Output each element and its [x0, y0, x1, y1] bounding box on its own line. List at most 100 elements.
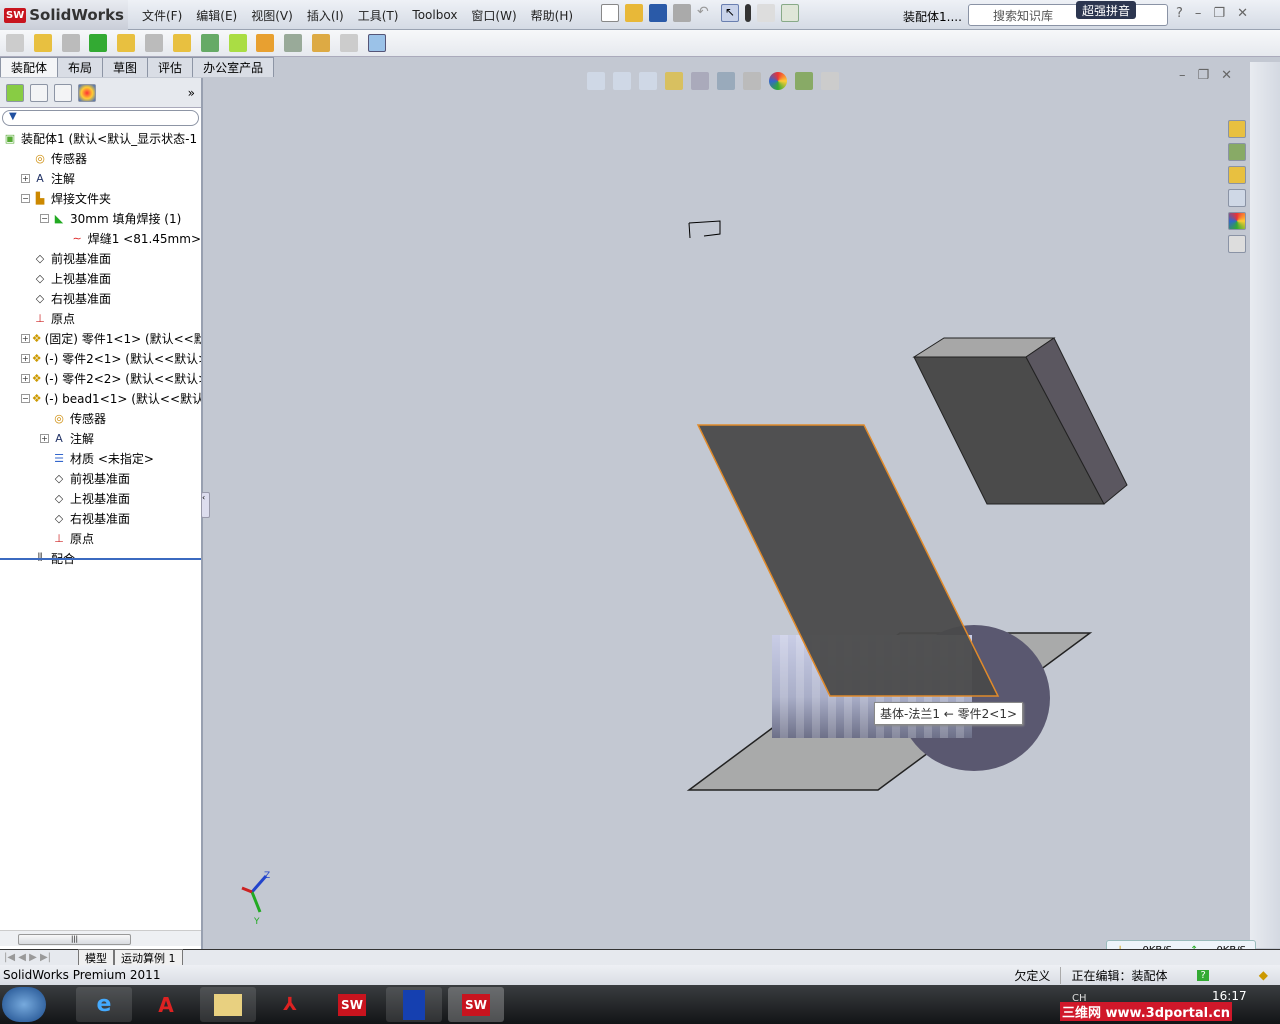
- undo-icon[interactable]: ↶: [697, 4, 715, 22]
- assembly-features-icon[interactable]: [200, 34, 219, 52]
- autocad-taskbar-icon[interactable]: A: [138, 987, 194, 1022]
- panel-collapse-handle[interactable]: ‹: [201, 492, 210, 518]
- scrollbar-thumb[interactable]: |||: [18, 934, 131, 945]
- file-explorer-icon[interactable]: [1228, 166, 1246, 184]
- exploded-view-icon[interactable]: [256, 34, 275, 52]
- solidworks-taskbar-icon[interactable]: SW: [324, 987, 380, 1022]
- tree-item[interactable]: ◇ 上视基准面: [0, 488, 201, 508]
- tree-item[interactable]: ◇ 前视基准面: [0, 248, 201, 268]
- options-icon[interactable]: [757, 4, 775, 22]
- tab-0[interactable]: 装配体: [0, 57, 59, 77]
- tree-item[interactable]: − ❖ (-) bead1<1> (默认<<默认>: [0, 388, 201, 408]
- mate-icon[interactable]: [61, 34, 80, 52]
- tab-1[interactable]: 布局: [57, 57, 104, 77]
- bottom-tab[interactable]: 模型: [78, 948, 114, 967]
- tree-item[interactable]: ☰ 材质 <未指定>: [0, 448, 201, 468]
- collapse-icon[interactable]: −: [21, 393, 30, 403]
- smart-fasteners-icon[interactable]: [172, 34, 191, 52]
- tab-4[interactable]: 办公室产品: [192, 57, 275, 77]
- tree-item[interactable]: + ❖ (-) 零件2<2> (默认<<默认>_: [0, 368, 201, 388]
- menu-item[interactable]: 窗口(W): [464, 7, 523, 24]
- solidworks-active-taskbar-icon[interactable]: SW: [448, 987, 504, 1022]
- clock[interactable]: 16:17: [1212, 989, 1247, 1003]
- property-manager-tab-icon[interactable]: [30, 83, 48, 102]
- tree-item[interactable]: ◇ 上视基准面: [0, 268, 201, 288]
- help-icon[interactable]: ?: [1176, 6, 1183, 21]
- menu-item[interactable]: Toolbox: [405, 8, 464, 22]
- tab-2[interactable]: 草图: [102, 57, 149, 77]
- expand-icon[interactable]: +: [40, 433, 49, 443]
- interference-icon[interactable]: [284, 34, 303, 52]
- expand-icon[interactable]: +: [21, 353, 30, 363]
- new-document-icon[interactable]: [601, 4, 619, 22]
- menu-item[interactable]: 文件(F): [135, 7, 189, 24]
- internet-explorer-taskbar-icon[interactable]: e: [76, 987, 132, 1022]
- appearances-icon[interactable]: [1228, 212, 1246, 230]
- open-icon[interactable]: [625, 4, 643, 22]
- graphics-viewport[interactable]: – ❐ ✕ Z Y 基体-法兰1 ← 零件2<1>: [204, 68, 1250, 948]
- tree-item[interactable]: − ◣ 30mm 填角焊接 (1): [0, 208, 201, 228]
- feature-manager-tab-icon[interactable]: [6, 83, 24, 102]
- ime-indicator[interactable]: 超强拼音: [1076, 1, 1137, 19]
- new-part-icon[interactable]: [6, 34, 24, 52]
- move-component-icon[interactable]: [117, 34, 136, 52]
- restore-button[interactable]: ❐: [1213, 6, 1225, 21]
- adobe-reader-taskbar-icon[interactable]: ⅄: [262, 987, 318, 1022]
- menu-item[interactable]: 工具(T): [351, 7, 406, 24]
- solidworks-logo[interactable]: SW SolidWorks: [0, 0, 128, 30]
- tab-3[interactable]: 评估: [147, 57, 194, 77]
- expand-icon[interactable]: +: [21, 173, 30, 183]
- collapse-icon[interactable]: −: [40, 213, 49, 223]
- menu-item[interactable]: 编辑(E): [189, 7, 244, 24]
- tree-item[interactable]: ⊥ 原点: [0, 308, 201, 328]
- configuration-manager-tab-icon[interactable]: [54, 83, 72, 102]
- expand-chevron-icon[interactable]: »: [188, 86, 195, 100]
- upper-plate[interactable]: [696, 424, 1000, 697]
- help-status-icon[interactable]: ?: [1197, 969, 1209, 981]
- menu-item[interactable]: 帮助(H): [524, 7, 580, 24]
- tree-item[interactable]: ▣ 装配体1 (默认<默认_显示状态-1: [0, 128, 201, 148]
- file-explorer-taskbar-icon[interactable]: [200, 987, 256, 1022]
- explode-line-icon[interactable]: [312, 34, 331, 52]
- menu-item[interactable]: 视图(V): [244, 7, 300, 24]
- tree-horizontal-scrollbar[interactable]: |||: [0, 930, 201, 946]
- insert-component-icon[interactable]: [33, 34, 52, 52]
- tree-item[interactable]: ◎ 传感器: [0, 408, 201, 428]
- tree-item[interactable]: ◇ 右视基准面: [0, 288, 201, 308]
- start-button[interactable]: [2, 987, 46, 1022]
- toolbox-taskbar-icon[interactable]: [386, 987, 442, 1022]
- tree-item[interactable]: + A 注解: [0, 168, 201, 188]
- close-button[interactable]: ✕: [1237, 6, 1248, 21]
- tree-item[interactable]: ⊥ 原点: [0, 528, 201, 548]
- menu-item[interactable]: 插入(I): [300, 7, 351, 24]
- reference-geometry-icon[interactable]: [228, 34, 247, 52]
- tree-item[interactable]: ◇ 前视基准面: [0, 468, 201, 488]
- expand-icon[interactable]: +: [21, 373, 30, 383]
- save-icon[interactable]: [649, 4, 667, 22]
- tag-icon[interactable]: ◆: [1259, 968, 1268, 982]
- expand-icon[interactable]: +: [21, 333, 30, 343]
- tree-item[interactable]: − ▙ 焊接文件夹: [0, 188, 201, 208]
- view-palette-icon[interactable]: [1228, 189, 1246, 207]
- print-icon[interactable]: [673, 4, 691, 22]
- tree-item[interactable]: + ❖ (-) 零件2<1> (默认<<默认>_: [0, 348, 201, 368]
- collapse-icon[interactable]: −: [21, 193, 30, 203]
- tab-scroll-arrows[interactable]: |◀ ◀ ▶ ▶|: [0, 952, 78, 963]
- tree-item[interactable]: + A 注解: [0, 428, 201, 448]
- design-library-icon[interactable]: [1228, 143, 1246, 161]
- tree-item[interactable]: + ❖ (固定) 零件1<1> (默认<<默认: [0, 328, 201, 348]
- tree-item[interactable]: ∼ 焊缝1 <81.45mm>: [0, 228, 201, 248]
- instant3d-icon[interactable]: [339, 34, 358, 52]
- minimize-button[interactable]: –: [1195, 6, 1202, 21]
- display-manager-tab-icon[interactable]: [78, 83, 96, 102]
- pattern-icon[interactable]: [89, 34, 108, 52]
- bottom-tab[interactable]: 运动算例 1: [114, 948, 183, 967]
- custom-properties-icon[interactable]: [1228, 235, 1246, 253]
- rebuild-icon[interactable]: [745, 4, 751, 22]
- select-icon[interactable]: ↖: [721, 4, 739, 22]
- tree-filter-input[interactable]: ▼: [2, 110, 199, 126]
- large-assembly-icon[interactable]: [367, 34, 386, 52]
- file-properties-icon[interactable]: [781, 4, 799, 22]
- rotate-component-icon[interactable]: [145, 34, 164, 52]
- tree-item[interactable]: ◇ 右视基准面: [0, 508, 201, 528]
